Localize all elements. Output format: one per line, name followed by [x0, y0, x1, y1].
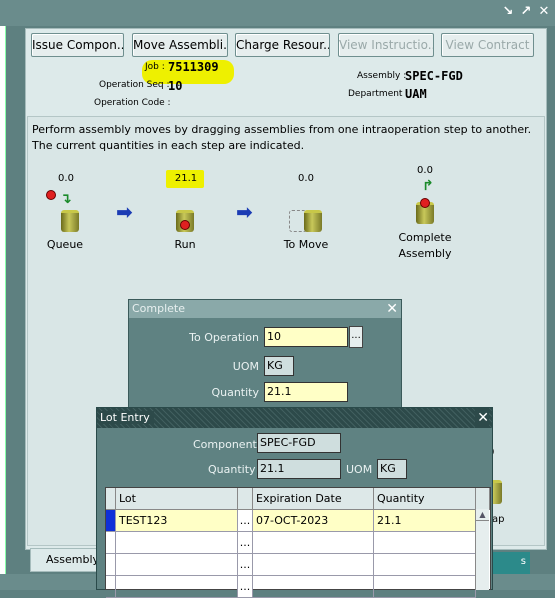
lot-uom-field: KG — [377, 459, 407, 479]
lot-entry-title: Lot Entry — [100, 411, 154, 424]
lot-grid-scrollbar[interactable]: ▲ — [475, 509, 489, 590]
component-field: SPEC-FGD — [257, 433, 341, 453]
column-header-spacer — [476, 488, 490, 510]
lot-grid: Lot Expiration Date Quantity TEST123 ...… — [105, 487, 491, 598]
expiration-date-cell[interactable]: 07-OCT-2023 — [253, 510, 374, 532]
red-ball-icon — [420, 198, 430, 208]
lot-lov-button[interactable]: ... — [238, 510, 253, 532]
column-header-lov — [238, 488, 253, 510]
move-assemblies-button[interactable]: Move Assembli... — [132, 33, 228, 57]
quantity-field[interactable]: 21.1 — [264, 382, 348, 402]
row-selector[interactable] — [106, 532, 116, 554]
close-icon[interactable]: ✕ — [537, 4, 551, 19]
to-operation-lov-button[interactable]: ... — [349, 326, 363, 348]
column-header-quantity[interactable]: Quantity — [374, 488, 476, 510]
to-move-qty: 0.0 — [298, 173, 314, 184]
operation-seq-value: 10 — [168, 79, 183, 93]
window-title-bar — [0, 0, 555, 26]
charge-resources-button[interactable]: Charge Resour... — [235, 33, 330, 57]
red-ball-icon — [180, 220, 190, 230]
component-label: Component — [193, 438, 257, 451]
close-icon[interactable]: ✕ — [475, 408, 489, 428]
to-operation-label: To Operation — [189, 331, 259, 344]
red-ball-icon — [46, 190, 56, 200]
to-operation-field[interactable]: 10 — [264, 327, 348, 347]
quantity-cell[interactable]: 21.1 — [374, 510, 476, 532]
operation-seq-label: Operation Seq : — [99, 80, 170, 90]
issue-components-button[interactable]: Issue Compon... — [31, 33, 124, 57]
uom-field: KG — [264, 356, 294, 376]
close-icon[interactable]: ✕ — [386, 300, 398, 318]
job-value: 7511309 — [168, 60, 219, 74]
lot-cell[interactable] — [116, 532, 238, 554]
row-selector-current[interactable] — [106, 510, 116, 532]
complete-assembly-step-label: Complete Assembly — [398, 231, 452, 260]
to-move-step-label: To Move — [283, 238, 329, 251]
window-controls: ↘ ↗ ✕ — [501, 4, 551, 19]
run-qty: 21.1 — [174, 173, 198, 184]
quantity-cell[interactable] — [374, 532, 476, 554]
lot-quantity-label: Quantity — [208, 463, 256, 476]
complete-dialog: Complete ✕ To Operation 10 ... UOM KG Qu… — [128, 299, 402, 411]
right-arrow-icon: ➡ — [236, 200, 253, 224]
to-move-bin-icon[interactable] — [304, 210, 322, 232]
row-selector-header — [106, 488, 116, 510]
job-label: Job : — [145, 62, 165, 72]
complete-dialog-title: Complete — [132, 302, 186, 315]
lot-lov-button[interactable]: ... — [238, 532, 253, 554]
column-header-lot[interactable]: Lot — [116, 488, 238, 510]
maximize-icon[interactable]: ↗ — [519, 4, 533, 19]
queue-qty: 0.0 — [58, 173, 74, 184]
operation-code-label: Operation Code : — [94, 98, 171, 108]
complete-qty: 0.0 — [417, 165, 433, 176]
lot-uom-label: UOM — [346, 463, 373, 476]
expiration-date-cell[interactable] — [253, 554, 374, 576]
uom-label: UOM — [232, 360, 259, 373]
queue-bin-icon[interactable] — [61, 210, 79, 232]
row-selector[interactable] — [106, 554, 116, 576]
instructions-text: Perform assembly moves by dragging assem… — [32, 123, 532, 152]
expiration-date-cell[interactable] — [253, 576, 374, 598]
lot-entry-title-bar: Lot Entry ✕ — [97, 408, 492, 428]
complete-dialog-title-bar: Complete ✕ — [129, 300, 401, 318]
run-step-label: Run — [174, 238, 196, 251]
scrap-step-label: ap — [492, 514, 505, 525]
assembly-value: SPEC-FGD — [405, 69, 463, 83]
view-instructions-button[interactable]: View Instructio... — [338, 33, 434, 57]
row-selector[interactable] — [106, 576, 116, 598]
assembly-label: Assembly : — [357, 71, 407, 81]
right-arrow-icon: ➡ — [116, 200, 133, 224]
department-label: Department : — [348, 89, 409, 99]
lot-cell[interactable] — [116, 576, 238, 598]
quantity-cell[interactable] — [374, 576, 476, 598]
column-header-expiration-date[interactable]: Expiration Date — [253, 488, 374, 510]
queue-step-label: Queue — [46, 238, 84, 251]
green-arrow-icon: ↱ — [422, 178, 434, 194]
lot-cell[interactable]: TEST123 — [116, 510, 238, 532]
green-arrow-icon: ↴ — [60, 191, 72, 207]
view-contract-button[interactable]: View Contract — [441, 33, 534, 57]
lot-cell[interactable] — [116, 554, 238, 576]
quantity-cell[interactable] — [374, 554, 476, 576]
lot-lov-button[interactable]: ... — [238, 554, 253, 576]
department-value: UAM — [405, 87, 427, 101]
restore-icon[interactable]: ↘ — [501, 4, 515, 19]
scroll-up-icon[interactable]: ▲ — [476, 509, 489, 521]
lot-lov-button[interactable]: ... — [238, 576, 253, 598]
quantity-label: Quantity — [211, 386, 259, 399]
expiration-date-cell[interactable] — [253, 532, 374, 554]
left-panel-edge — [0, 26, 6, 581]
lot-quantity-field: 21.1 — [257, 459, 341, 479]
